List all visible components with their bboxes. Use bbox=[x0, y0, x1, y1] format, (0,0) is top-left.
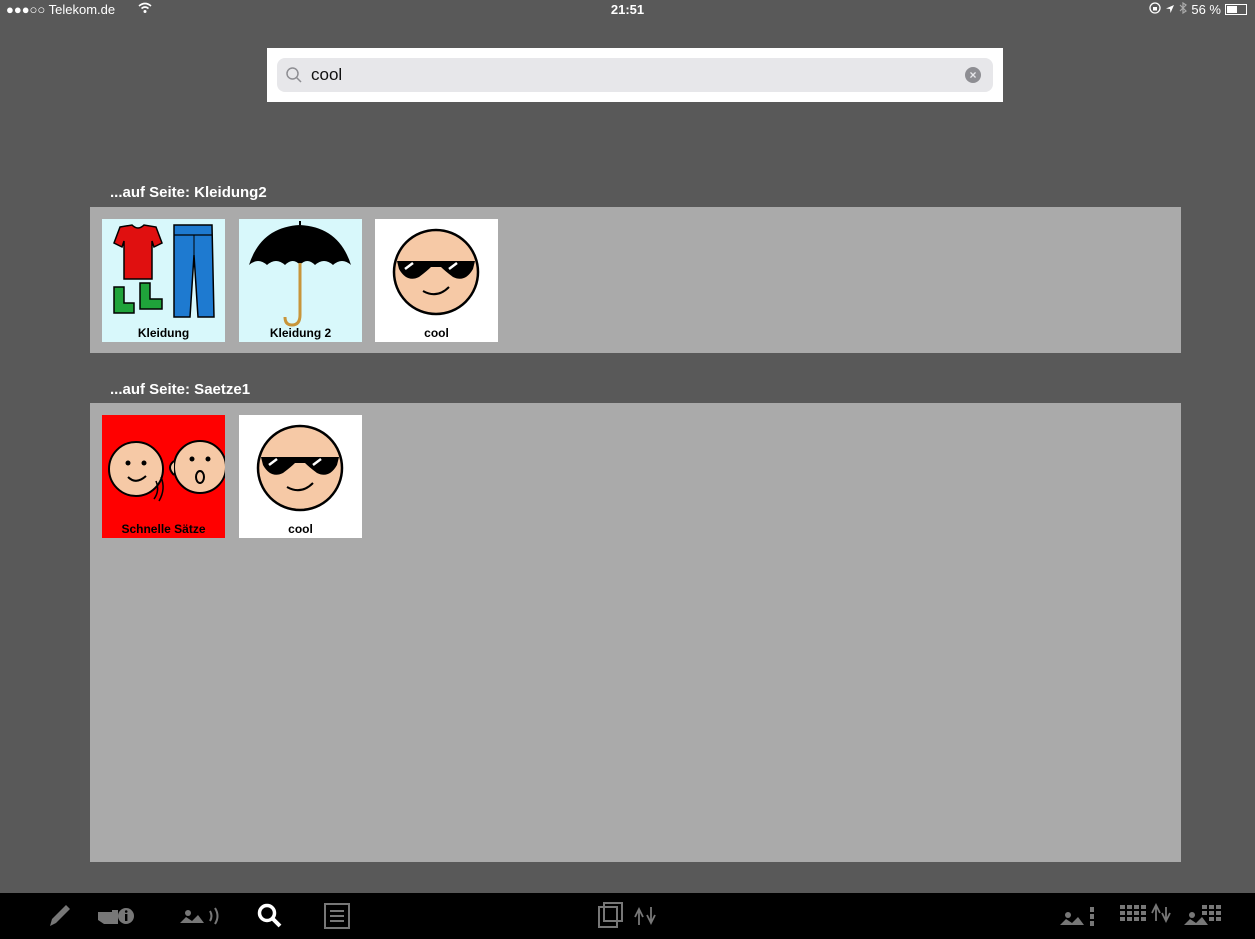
clothes-icon bbox=[113, 224, 215, 318]
status-right: 56 % bbox=[1149, 1, 1247, 17]
speak-icon[interactable] bbox=[178, 901, 226, 931]
bluetooth-icon bbox=[1179, 1, 1188, 17]
tile-cool[interactable]: cool bbox=[239, 415, 362, 538]
bottom-toolbar bbox=[0, 893, 1255, 939]
grid-sort-icon[interactable] bbox=[1118, 901, 1174, 931]
talking-faces-icon bbox=[108, 440, 225, 502]
search-bar: × bbox=[267, 48, 1003, 102]
tile-label: Kleidung 2 bbox=[269, 326, 332, 340]
clear-search-icon[interactable]: × bbox=[965, 67, 981, 83]
battery-icon bbox=[1225, 4, 1247, 15]
section-title-kleidung2: ...auf Seite: Kleidung2 bbox=[110, 184, 267, 201]
list-icon[interactable] bbox=[322, 901, 352, 931]
rotation-lock-icon bbox=[1149, 2, 1162, 17]
cool-face-icon bbox=[256, 424, 344, 512]
search-field[interactable]: × bbox=[277, 58, 993, 92]
page-sort-icon[interactable] bbox=[595, 901, 665, 931]
tile-schnelle-saetze[interactable]: Schnelle Sätze bbox=[102, 415, 225, 538]
grid-settings-icon[interactable] bbox=[1182, 901, 1230, 931]
results-panel-saetze1: Schnelle Sätze cool bbox=[90, 403, 1181, 862]
search-input[interactable] bbox=[311, 62, 931, 88]
status-bar: ●●●○○ Telekom.de 21:51 56 % bbox=[0, 0, 1255, 20]
tile-cool[interactable]: cool bbox=[375, 219, 498, 342]
search-icon[interactable] bbox=[255, 901, 285, 931]
tile-label: Kleidung bbox=[137, 326, 190, 340]
tile-kleidung[interactable]: Kleidung bbox=[102, 219, 225, 342]
tile-label: cool bbox=[288, 522, 313, 536]
tile-label: Schnelle Sätze bbox=[121, 522, 206, 536]
clock: 21:51 bbox=[610, 2, 645, 17]
column-add-icon[interactable] bbox=[1058, 901, 1106, 931]
pointing-info-icon[interactable] bbox=[96, 901, 136, 931]
tile-label: cool bbox=[424, 326, 449, 340]
location-icon bbox=[1165, 2, 1175, 17]
umbrella-icon bbox=[249, 221, 351, 327]
cool-face-icon bbox=[392, 228, 480, 316]
tile-kleidung-2[interactable]: Kleidung 2 bbox=[239, 219, 362, 342]
battery-percent: 56 % bbox=[1191, 2, 1221, 17]
edit-pencil-icon[interactable] bbox=[44, 901, 74, 931]
search-icon bbox=[285, 66, 303, 89]
section-title-saetze1: ...auf Seite: Saetze1 bbox=[110, 381, 251, 398]
results-panel-kleidung2: Kleidung Kleidung 2 cool bbox=[90, 207, 1181, 353]
